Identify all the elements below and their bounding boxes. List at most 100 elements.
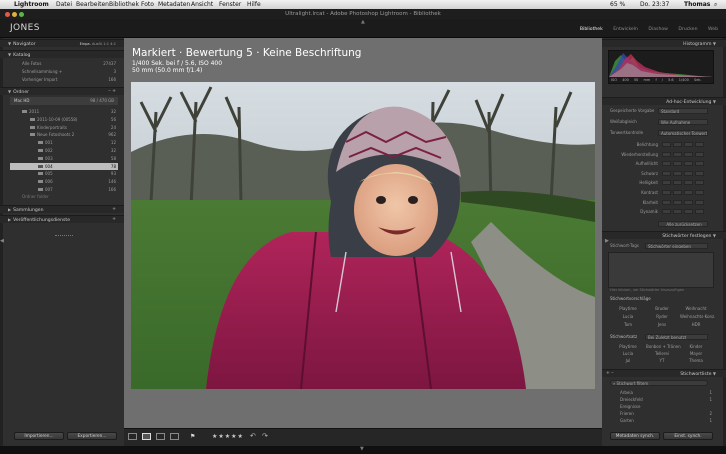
keyword-list-item[interactable]: Garten [620, 418, 634, 423]
folder-row[interactable]: 006 146 [10, 178, 118, 185]
navigator-header[interactable]: ▼ Navigator Einpa. Ausfü 1:1 4:1 [0, 39, 124, 47]
zoom-window-icon[interactable] [19, 12, 24, 17]
qd-adjust-button[interactable] [673, 199, 682, 205]
folder-row[interactable]: Neue Fotoshoots 2 962 [10, 131, 118, 138]
folder-row[interactable]: 002 32 [10, 147, 118, 154]
compare-view-icon[interactable] [156, 433, 165, 440]
keyword-suggestion[interactable]: Weihnacht [680, 306, 712, 311]
catalog-item-previous[interactable]: Vorheriger Import [22, 77, 57, 82]
qd-adjust-button[interactable] [673, 190, 682, 195]
qd-adjust-button[interactable] [684, 170, 693, 176]
menu-lightroom[interactable]: Lightroom [14, 0, 49, 9]
keyword-set-item[interactable]: Playtime [612, 344, 644, 349]
keyword-suggestion[interactable]: Bruder [646, 306, 678, 311]
qd-adjust-button[interactable] [673, 142, 682, 147]
module-slideshow[interactable]: Diashow [648, 27, 668, 32]
keyword-suggestion[interactable]: Weihnachts-Konz. [680, 314, 715, 319]
qd-adjust-button[interactable] [695, 199, 704, 205]
folder-row[interactable]: Kinderportraits 24 [10, 124, 118, 131]
qd-adjust-button[interactable] [684, 190, 693, 195]
keyword-set-item[interactable]: YT [646, 358, 678, 363]
module-develop[interactable]: Entwickeln [613, 27, 638, 32]
collapse-bottom-icon[interactable]: ▼ [360, 446, 364, 452]
minimize-window-icon[interactable] [12, 12, 17, 17]
keyword-list-item[interactable]: Ereignisse [620, 404, 640, 409]
keyword-suggestion[interactable]: Playtime [612, 306, 644, 311]
publish-header[interactable]: ▶ Veröffentlichungsdienste + [0, 215, 124, 223]
module-print[interactable]: Drucken [678, 27, 697, 32]
sync-metadata-button[interactable]: Metadaten synch. [610, 432, 660, 440]
qd-adjust-button[interactable] [684, 199, 693, 205]
keyword-suggestion[interactable]: HDR [680, 322, 712, 327]
keyword-list-item[interactable]: Frieren [620, 411, 634, 416]
keyword-set-item[interactable]: Kinder [680, 344, 712, 349]
folder-row[interactable]: 001 12 [10, 139, 118, 146]
loupe-view-icon[interactable] [142, 433, 151, 440]
qd-adjust-button[interactable] [673, 151, 682, 157]
keyword-list-item[interactable]: Dreieckfeld [620, 397, 643, 402]
user-name[interactable]: Thomas [684, 0, 710, 9]
keywording-header[interactable]: Stichwörter festlegen ▼ [602, 231, 726, 239]
qd-adjust-button[interactable] [684, 209, 693, 215]
keyword-filter-input[interactable]: ⌕ Stichwort filtern [610, 380, 708, 386]
auto-tone-button[interactable]: Automatischer Tonwert [658, 130, 708, 136]
qd-adjust-button[interactable] [662, 142, 671, 147]
quick-develop-header[interactable]: Ad-hoc-Entwicklung ▼ [602, 97, 726, 105]
qd-adjust-button[interactable] [695, 190, 704, 195]
photo[interactable] [131, 82, 595, 389]
qd-adjust-button[interactable] [684, 151, 693, 157]
reset-all-button[interactable]: Alle zurücksetzen [658, 221, 708, 227]
wb-dropdown[interactable]: Wie Aufnahme [658, 119, 708, 125]
qd-adjust-button[interactable] [684, 161, 693, 167]
qd-adjust-button[interactable] [695, 180, 704, 186]
spotlight-icon[interactable]: ⌕ [714, 0, 717, 9]
close-window-icon[interactable] [5, 12, 10, 17]
keyword-suggestion[interactable]: Lucia [612, 314, 644, 319]
qd-adjust-button[interactable] [684, 142, 693, 147]
add-folder-icon[interactable]: – + [108, 88, 116, 96]
keyword-suggestion[interactable]: Jens [646, 322, 678, 327]
rotate-right-icon[interactable]: ↷ [262, 432, 268, 440]
volume-bar[interactable]: Mac HD 98 / 470 GB [10, 97, 118, 105]
flag-icon[interactable]: ⚑ [190, 433, 195, 440]
module-library[interactable]: Bibliothek [580, 27, 603, 32]
menu-ansicht[interactable]: Ansicht [191, 0, 213, 9]
keyword-list-header[interactable]: + – Stichwortliste ▼ [602, 369, 726, 377]
qd-adjust-button[interactable] [662, 190, 671, 195]
battery-status[interactable]: 65 % [610, 0, 625, 9]
keyword-set-item[interactable]: Mayer [680, 351, 712, 356]
keyword-set-dropdown[interactable]: Bei Zuletzt benutzt [645, 334, 708, 340]
folder-row[interactable]: 2011 32 [10, 108, 118, 115]
qd-adjust-button[interactable] [662, 209, 671, 215]
grid-view-icon[interactable] [128, 433, 137, 440]
menu-bearbeiten[interactable]: Bearbeiten [76, 0, 109, 9]
folder-row[interactable]: 003 58 [10, 155, 118, 162]
qd-adjust-button[interactable] [662, 170, 671, 176]
menu-foto[interactable]: Foto [141, 0, 154, 9]
qd-adjust-button[interactable] [695, 142, 704, 147]
qd-adjust-button[interactable] [673, 209, 682, 215]
keyword-set-item[interactable]: Jul [612, 358, 644, 363]
histogram-header[interactable]: Histogramm ▼ [602, 39, 726, 47]
qd-adjust-button[interactable] [673, 161, 682, 167]
sync-settings-button[interactable]: Einst. synch. [663, 432, 713, 440]
menu-hilfe[interactable]: Hilfe [247, 0, 261, 9]
rotate-left-icon[interactable]: ↶ [250, 432, 256, 440]
collections-header[interactable]: ▶ Sammlungen + [0, 205, 124, 213]
catalog-item-all[interactable]: Alle Fotos [22, 61, 41, 66]
catalog-item-quick[interactable]: Schnellsammlung + [22, 69, 62, 74]
menu-fenster[interactable]: Fenster [219, 0, 241, 9]
qd-adjust-button[interactable] [662, 199, 671, 205]
catalog-header[interactable]: ▼ Katalog [0, 50, 124, 58]
qd-adjust-button[interactable] [695, 161, 704, 167]
qd-adjust-button[interactable] [673, 170, 682, 176]
keyword-set-item[interactable]: Tellerei [646, 351, 678, 356]
qd-adjust-button[interactable] [673, 180, 682, 186]
module-web[interactable]: Web [708, 27, 718, 32]
menu-metadaten[interactable]: Metadaten [158, 0, 190, 9]
collapse-left-icon[interactable]: ◀ [0, 238, 4, 244]
qd-adjust-button[interactable] [695, 151, 704, 157]
keyword-suggestion[interactable]: Ryder [646, 314, 678, 319]
zoom-options[interactable]: Einpa. Ausfü 1:1 4:1 [80, 40, 116, 48]
menu-bibliothek[interactable]: Bibliothek [109, 0, 139, 9]
